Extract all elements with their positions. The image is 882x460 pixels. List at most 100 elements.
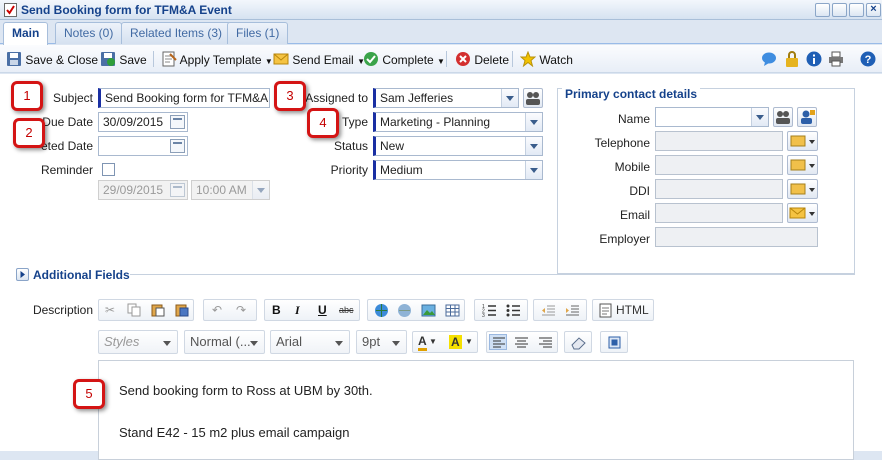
cut-icon[interactable]: ✂ (105, 300, 115, 320)
watch-button[interactable]: Watch (519, 50, 573, 68)
completed-date-input[interactable] (98, 136, 188, 156)
font-size-select[interactable]: 9pt (356, 330, 407, 354)
italic-icon[interactable]: I (295, 300, 300, 320)
floppy-disk-icon (7, 52, 21, 66)
unlink-icon[interactable] (397, 303, 412, 318)
text-color-icon[interactable]: A (418, 334, 427, 351)
send-email-button[interactable]: Send Email ▼ (273, 51, 365, 67)
pick-contact-button[interactable] (773, 107, 793, 127)
styles-select[interactable]: Styles (98, 330, 178, 354)
minimize-window-icon[interactable] (832, 3, 847, 17)
remove-format-button[interactable] (564, 331, 592, 353)
due-date-input[interactable]: 30/09/2015 (98, 112, 188, 132)
chevron-down-icon[interactable] (525, 113, 542, 131)
alignment-group (486, 331, 558, 353)
chevron-down-icon[interactable]: ▼ (429, 332, 437, 352)
tab-related-items[interactable]: Related Items (3) (121, 22, 232, 44)
undo-icon[interactable]: ↶ (212, 300, 222, 320)
toolbar-separator (153, 51, 154, 67)
calendar-icon[interactable] (170, 139, 185, 153)
save-close-button[interactable]: Save & Close (6, 51, 98, 67)
contact-name-label: Name (617, 112, 650, 126)
priority-select[interactable]: Medium (373, 160, 543, 180)
copy-icon[interactable] (127, 303, 141, 317)
table-icon[interactable] (445, 303, 460, 318)
chevron-down-icon[interactable] (751, 108, 768, 126)
add-contact-button[interactable] (797, 107, 817, 127)
pick-user-button[interactable] (523, 88, 543, 108)
description-editor[interactable]: Send booking form to Ross at UBM by 30th… (98, 360, 854, 460)
highlight-color-icon[interactable]: A (449, 335, 462, 349)
calendar-icon[interactable] (170, 115, 185, 129)
additional-fields-title[interactable]: Additional Fields (33, 268, 130, 282)
maximize-editor-button[interactable] (600, 331, 628, 353)
chevron-down-icon[interactable] (525, 137, 542, 155)
format-select[interactable]: Normal (... (184, 330, 265, 354)
image-icon[interactable] (421, 303, 436, 318)
callout-badge-3: 3 (274, 81, 306, 111)
star-icon (519, 50, 537, 68)
format-value: Normal (... (190, 334, 251, 349)
save-button[interactable]: Save (100, 51, 147, 67)
help-icon[interactable]: ? (860, 51, 876, 67)
task-icon (4, 3, 17, 17)
complete-label: Complete (382, 53, 434, 67)
info-icon[interactable] (806, 51, 822, 67)
color-group: A ▼ A ▼ (412, 331, 478, 353)
delete-button[interactable]: Delete (455, 51, 509, 67)
source-document-icon (599, 303, 612, 318)
type-select[interactable]: Marketing - Planning (373, 112, 543, 132)
reminder-checkbox[interactable] (102, 163, 115, 176)
chevron-down-icon[interactable]: ▼ (465, 332, 473, 352)
link-icon[interactable] (374, 303, 389, 318)
status-select[interactable]: New (373, 136, 543, 156)
bold-icon[interactable]: B (272, 300, 281, 320)
indent-group (533, 299, 587, 321)
font-select[interactable]: Arial (270, 330, 350, 354)
expand-additional-fields-button[interactable] (16, 268, 29, 281)
outdent-icon[interactable] (541, 303, 556, 318)
numbered-list-icon[interactable]: 123 (482, 303, 497, 318)
chevron-down-icon[interactable] (525, 161, 542, 179)
envelope-icon (789, 207, 815, 219)
html-label: HTML (616, 303, 649, 317)
window-titlebar: Send Booking form for TFM&A Event × (0, 0, 882, 20)
assigned-to-select[interactable]: Sam Jefferies (373, 88, 519, 108)
chevron-down-icon[interactable] (501, 89, 518, 107)
align-left-icon[interactable] (489, 334, 507, 350)
tab-files[interactable]: Files (1) (227, 22, 289, 44)
mobile-action-button[interactable] (787, 155, 818, 175)
subject-input[interactable]: Send Booking form for TFM&A Event (98, 88, 270, 108)
maximize-window-icon[interactable] (849, 3, 864, 17)
main-panel: Subject Send Booking form for TFM&A Even… (0, 74, 882, 460)
bullet-list-icon[interactable] (506, 303, 521, 318)
chevron-right-icon (20, 271, 25, 278)
telephone-action-button[interactable] (787, 131, 818, 151)
align-center-icon[interactable] (514, 335, 529, 350)
redo-icon[interactable]: ↷ (236, 300, 246, 320)
print-icon[interactable] (828, 51, 844, 67)
status-label: Status (333, 139, 368, 153)
apply-template-button[interactable]: Apply Template ▼ (161, 51, 273, 67)
paste-icon[interactable] (151, 303, 165, 317)
email-action-button[interactable] (787, 203, 818, 223)
strikethrough-icon[interactable]: abc (339, 300, 354, 320)
paste-word-icon[interactable] (175, 303, 189, 317)
list-group: 123 (474, 299, 528, 321)
priority-label: Priority (330, 163, 368, 177)
contact-name-select[interactable] (655, 107, 769, 127)
lock-icon[interactable] (784, 51, 800, 67)
align-right-icon[interactable] (538, 335, 553, 350)
pin-window-icon[interactable] (815, 3, 830, 17)
chat-icon[interactable] (761, 51, 777, 67)
complete-button[interactable]: Complete ▼ (363, 51, 445, 67)
underline-icon[interactable]: U (318, 300, 327, 320)
employer-label: Employer (599, 232, 650, 246)
tab-main[interactable]: Main (3, 22, 49, 45)
html-source-button[interactable]: HTML (592, 299, 654, 321)
ddi-action-button[interactable] (787, 179, 818, 199)
email-input (655, 203, 783, 223)
close-window-icon[interactable]: × (866, 3, 881, 17)
tab-notes[interactable]: Notes (0) (55, 22, 123, 44)
indent-icon[interactable] (565, 303, 580, 318)
